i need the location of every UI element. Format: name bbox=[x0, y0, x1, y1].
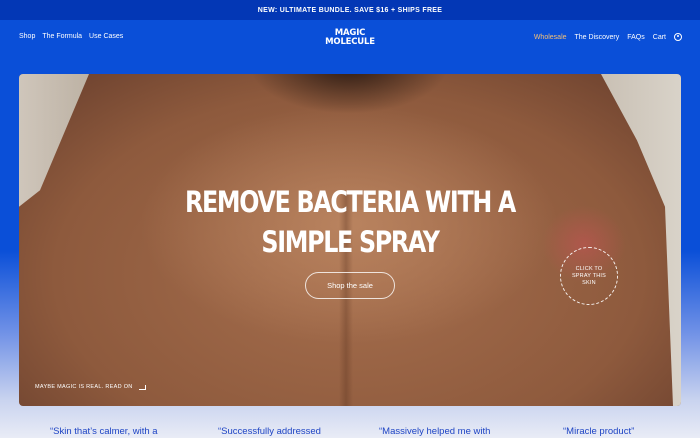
site-header: Shop The Formula Use Cases MAGIC MOLECUL… bbox=[0, 20, 700, 56]
read-on-label: MAYBE MAGIC IS REAL. READ ON bbox=[35, 384, 133, 390]
testimonial-quote: “Successfully addressed bbox=[218, 426, 321, 437]
testimonial-quote: “Massively helped me with bbox=[379, 426, 491, 437]
primary-nav: Shop The Formula Use Cases bbox=[19, 33, 123, 40]
nav-use-cases[interactable]: Use Cases bbox=[89, 33, 123, 40]
hero-image-hair bbox=[249, 74, 449, 114]
shop-the-sale-button[interactable]: Shop the sale bbox=[305, 272, 395, 299]
nav-shop[interactable]: Shop bbox=[19, 33, 35, 40]
spray-skin-button[interactable]: CLICK TO SPRAY THIS SKIN bbox=[560, 247, 618, 305]
nav-wholesale[interactable]: Wholesale bbox=[534, 34, 567, 41]
nav-faqs[interactable]: FAQs bbox=[627, 34, 645, 41]
testimonial-quote: “Miracle product” bbox=[563, 426, 635, 437]
hero-headline-line-1: REMOVE BACTERIA WITH A bbox=[184, 185, 516, 219]
hero-headline-line-2: SIMPLE SPRAY bbox=[261, 225, 440, 259]
announcement-text[interactable]: NEW: ULTIMATE BUNDLE. SAVE $16 + SHIPS F… bbox=[258, 7, 443, 14]
announcement-bar[interactable]: NEW: ULTIMATE BUNDLE. SAVE $16 + SHIPS F… bbox=[0, 0, 700, 20]
spray-skin-label: CLICK TO SPRAY THIS SKIN bbox=[571, 265, 607, 286]
nav-the-formula[interactable]: The Formula bbox=[42, 33, 82, 40]
nav-cart[interactable]: Cart bbox=[653, 34, 666, 41]
site-logo[interactable]: MAGIC MOLECULE bbox=[325, 29, 375, 47]
hero-headline: REMOVE BACTERIA WITH A SIMPLE SPRAY bbox=[79, 182, 622, 262]
secondary-nav: Wholesale The Discovery FAQs Cart bbox=[534, 33, 682, 41]
arrow-down-right-icon bbox=[138, 384, 146, 390]
account-icon[interactable] bbox=[674, 33, 682, 41]
hero-banner: REMOVE BACTERIA WITH A SIMPLE SPRAY Shop… bbox=[19, 74, 681, 406]
testimonials-strip: “Skin that’s calmer, with a “Successfull… bbox=[0, 426, 700, 438]
logo-line-2: MOLECULE bbox=[325, 37, 375, 47]
testimonial-quote: “Skin that’s calmer, with a bbox=[50, 426, 158, 437]
nav-the-discovery[interactable]: The Discovery bbox=[575, 34, 620, 41]
read-on-link[interactable]: MAYBE MAGIC IS REAL. READ ON bbox=[35, 384, 146, 390]
